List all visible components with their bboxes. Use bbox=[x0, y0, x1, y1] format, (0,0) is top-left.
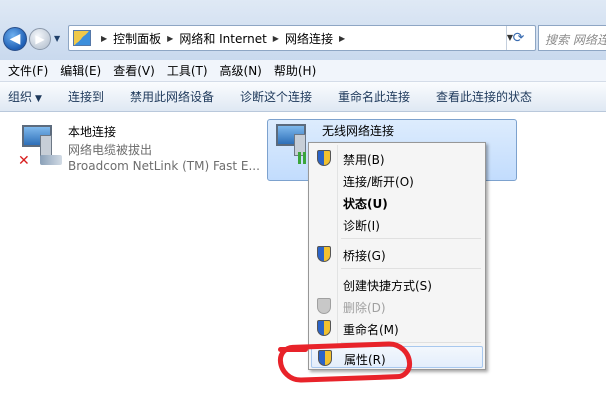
menu-edit[interactable]: 编辑(E) bbox=[56, 62, 105, 79]
menu-item-label: 状态(U) bbox=[343, 197, 388, 211]
back-button[interactable]: ◀ bbox=[3, 27, 27, 51]
menu-item-connect-disconnect[interactable]: 连接/断开(O) bbox=[311, 169, 483, 191]
menu-item-label: 连接/断开(O) bbox=[343, 175, 414, 189]
recent-pages-dropdown-icon[interactable]: ▼ bbox=[54, 34, 60, 43]
breadcrumb-network-internet[interactable]: 网络和 Internet bbox=[179, 30, 266, 47]
context-menu: 禁用(B) 连接/断开(O) 状态(U) 诊断(I) 桥接(G) 创建快捷方式(… bbox=[308, 142, 486, 370]
address-input[interactable]: ▶ 控制面板 ▶ 网络和 Internet ▶ 网络连接 ▶ ▼ bbox=[68, 25, 536, 51]
diagnose-button[interactable]: 诊断这个连接 bbox=[240, 88, 312, 105]
red-highlight-annotation bbox=[278, 347, 308, 352]
uac-shield-icon bbox=[317, 320, 331, 336]
menu-separator bbox=[341, 268, 481, 269]
connection-name: 本地连接 bbox=[68, 125, 117, 139]
organize-label: 组织 bbox=[8, 90, 33, 104]
search-placeholder: 搜索 网络连 bbox=[545, 33, 606, 47]
uac-shield-icon bbox=[317, 150, 331, 166]
uac-shield-icon bbox=[317, 298, 331, 314]
menu-item-label: 诊断(I) bbox=[343, 219, 380, 233]
disable-device-button[interactable]: 禁用此网络设备 bbox=[130, 88, 214, 105]
wired-network-icon: ✕ bbox=[18, 125, 62, 169]
breadcrumb-network-connections[interactable]: 网络连接 bbox=[285, 30, 333, 47]
search-input[interactable]: 搜索 网络连 bbox=[538, 25, 606, 51]
view-status-button[interactable]: 查看此连接的状态 bbox=[436, 88, 532, 105]
menu-item-disable[interactable]: 禁用(B) bbox=[311, 147, 483, 169]
chevron-down-icon: ▼ bbox=[35, 94, 42, 104]
connect-to-button[interactable]: 连接到 bbox=[68, 88, 104, 105]
organize-button[interactable]: 组织 ▼ bbox=[8, 88, 42, 105]
local-connection-item[interactable]: ✕ 本地连接 网络电缆被拔出 Broadcom NetLink (TM) Fas… bbox=[14, 121, 264, 181]
menu-item-status[interactable]: 状态(U) bbox=[311, 191, 483, 213]
menu-item-diagnose[interactable]: 诊断(I) bbox=[311, 213, 483, 235]
menu-file[interactable]: 文件(F) bbox=[4, 62, 52, 79]
connection-status: 网络电缆被拔出 bbox=[68, 143, 153, 157]
menu-item-bridge[interactable]: 桥接(G) bbox=[311, 243, 483, 265]
breadcrumb-control-panel[interactable]: 控制面板 bbox=[113, 30, 161, 47]
menu-separator bbox=[341, 238, 481, 239]
rename-button[interactable]: 重命名此连接 bbox=[338, 88, 410, 105]
command-bar: 组织 ▼ 连接到 禁用此网络设备 诊断这个连接 重命名此连接 查看此连接的状态 bbox=[0, 82, 606, 112]
menu-item-label: 重命名(M) bbox=[343, 323, 399, 337]
address-bar-region: ◀ ▶ ▼ ▶ 控制面板 ▶ 网络和 Internet ▶ 网络连接 ▶ ▼ ⟳… bbox=[0, 0, 606, 60]
menu-bar: 文件(F) 编辑(E) 查看(V) 工具(T) 高级(N) 帮助(H) bbox=[0, 60, 606, 82]
menu-item-create-shortcut[interactable]: 创建快捷方式(S) bbox=[311, 273, 483, 295]
menu-advanced[interactable]: 高级(N) bbox=[216, 62, 266, 79]
menu-item-label: 删除(D) bbox=[343, 301, 386, 315]
menu-item-label: 桥接(G) bbox=[343, 249, 386, 263]
menu-help[interactable]: 帮助(H) bbox=[270, 62, 320, 79]
connection-name: 无线网络连接 bbox=[322, 124, 395, 138]
breadcrumb-separator-icon[interactable]: ▶ bbox=[167, 34, 173, 43]
disconnected-x-icon: ✕ bbox=[18, 153, 30, 169]
menu-item-label: 创建快捷方式(S) bbox=[343, 279, 432, 293]
control-panel-icon bbox=[73, 30, 91, 46]
menu-item-label: 禁用(B) bbox=[343, 153, 385, 167]
forward-button[interactable]: ▶ bbox=[29, 28, 51, 50]
uac-shield-icon bbox=[317, 246, 331, 262]
menu-item-delete: 删除(D) bbox=[311, 295, 483, 317]
menu-view[interactable]: 查看(V) bbox=[109, 62, 159, 79]
breadcrumb-separator-icon[interactable]: ▶ bbox=[273, 34, 279, 43]
wireless-network-icon bbox=[272, 124, 312, 164]
breadcrumb-separator-icon[interactable]: ▶ bbox=[339, 34, 345, 43]
menu-tools[interactable]: 工具(T) bbox=[163, 62, 212, 79]
menu-item-rename[interactable]: 重命名(M) bbox=[311, 317, 483, 339]
breadcrumb-separator-icon[interactable]: ▶ bbox=[101, 34, 107, 43]
refresh-button[interactable]: ⟳ bbox=[506, 26, 530, 50]
connection-adapter: Broadcom NetLink (TM) Fast E... bbox=[68, 159, 260, 173]
